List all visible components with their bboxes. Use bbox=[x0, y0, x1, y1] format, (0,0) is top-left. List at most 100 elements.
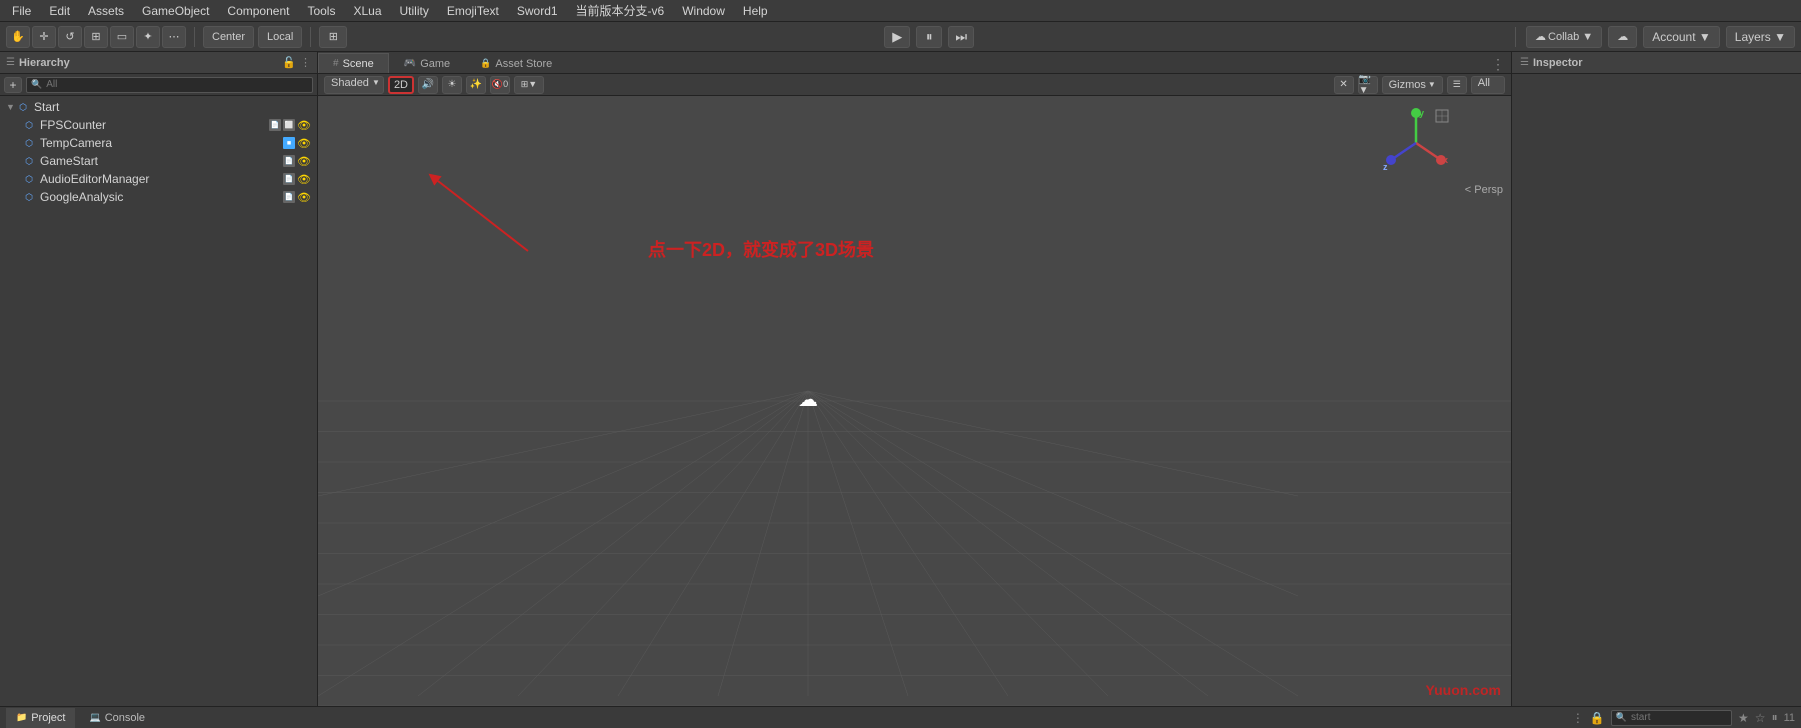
svg-text:☁: ☁ bbox=[798, 389, 818, 411]
menu-emojitext[interactable]: EmojiText bbox=[439, 2, 507, 20]
menu-window[interactable]: Window bbox=[674, 2, 733, 20]
menu-sword1[interactable]: Sword1 bbox=[509, 2, 566, 20]
transform-tools: ✋ ✛ ↺ ⊞ ▭ ✦ ⋯ bbox=[6, 26, 186, 48]
bottom-search-icon: 🔍 bbox=[1616, 712, 1627, 723]
menu-branch[interactable]: 当前版本分支-v6 bbox=[568, 0, 673, 21]
bottom-count: 11 bbox=[1784, 712, 1795, 724]
scene-view[interactable]: ☁ 点一下2D，就变成了3D场景 bbox=[318, 96, 1511, 706]
search-icon: 🔍 bbox=[31, 79, 42, 90]
menu-file[interactable]: File bbox=[4, 2, 39, 20]
visibility-google[interactable]: 👁 bbox=[297, 191, 311, 204]
layers-button[interactable]: Layers ▼ bbox=[1726, 26, 1795, 48]
pause-button[interactable]: ⏸ bbox=[916, 26, 942, 48]
button-2d[interactable]: 2D bbox=[388, 76, 414, 94]
shaded-dropdown[interactable]: Shaded ▼ bbox=[324, 76, 384, 94]
menu-xlua[interactable]: XLua bbox=[345, 2, 389, 20]
inspector-panel: ☰ Inspector bbox=[1511, 52, 1801, 706]
menu-component[interactable]: Component bbox=[219, 2, 297, 20]
visibility-audio[interactable]: 👁 bbox=[297, 173, 311, 186]
extra-tool[interactable]: ⋯ bbox=[162, 26, 186, 48]
item-right-google: 📄 👁 bbox=[283, 191, 311, 204]
tab-console[interactable]: 💻 Console bbox=[79, 708, 155, 728]
account-button[interactable]: Account ▼ bbox=[1643, 26, 1720, 48]
menu-gameobject[interactable]: GameObject bbox=[134, 2, 217, 20]
local-button[interactable]: Local bbox=[258, 26, 302, 48]
search-scene-tool[interactable]: ✕ bbox=[1334, 76, 1354, 94]
layers-filter-icon[interactable]: ☰ bbox=[1447, 76, 1467, 94]
tabs-more-icon[interactable]: ⋮ bbox=[1491, 56, 1505, 73]
script-icon-audio: 📄 bbox=[283, 173, 295, 185]
menu-assets[interactable]: Assets bbox=[80, 2, 132, 20]
local-label: Local bbox=[267, 31, 293, 43]
bottom-search-input[interactable] bbox=[1627, 710, 1727, 726]
tab-game[interactable]: 🎮 Game bbox=[389, 53, 465, 73]
collab-button[interactable]: ☁ Collab ▼ bbox=[1526, 26, 1602, 48]
visibility-fps[interactable]: 👁 bbox=[297, 119, 311, 132]
bottom-star-icon[interactable]: ★ bbox=[1738, 711, 1749, 725]
hierarchy-content: ▼ ⬡ Start ⬡ FPSCounter 📄 ⬜ 👁 ⬡ TempCamer… bbox=[0, 96, 317, 706]
hand-tool[interactable]: ✋ bbox=[6, 26, 30, 48]
visibility-gs[interactable]: 👁 bbox=[297, 155, 311, 168]
menu-utility[interactable]: Utility bbox=[392, 2, 437, 20]
transform-tool[interactable]: ✦ bbox=[136, 26, 160, 48]
scene-gizmo: y x z bbox=[1381, 108, 1451, 178]
hierarchy-item-gamestart[interactable]: ⬡ GameStart 📄 👁 bbox=[0, 152, 317, 170]
play-button[interactable]: ▶ bbox=[884, 26, 910, 48]
bottom-star-empty-icon[interactable]: ☆ bbox=[1755, 711, 1766, 725]
gizmos-arrow: ▼ bbox=[1428, 80, 1436, 89]
hierarchy-item-start[interactable]: ▼ ⬡ Start bbox=[0, 98, 317, 116]
bottom-more-icon[interactable]: ⋮ bbox=[1572, 711, 1584, 725]
separator-3 bbox=[1515, 27, 1516, 47]
console-label: Console bbox=[105, 712, 145, 724]
persp-label: < Persp bbox=[1465, 184, 1503, 196]
hierarchy-header-icons: 🔓 ⋮ bbox=[282, 56, 311, 69]
audio-tool[interactable]: 🔊 bbox=[418, 76, 438, 94]
tab-asset-store[interactable]: 🔒 Asset Store bbox=[465, 53, 567, 73]
script-icon-gs: 📄 bbox=[283, 155, 295, 167]
hierarchy-item-tempcamera[interactable]: ⬡ TempCamera ■ 👁 bbox=[0, 134, 317, 152]
tab-scene[interactable]: # Scene bbox=[318, 53, 389, 73]
tab-project[interactable]: 📁 Project bbox=[6, 708, 75, 728]
rect-tool[interactable]: ▭ bbox=[110, 26, 134, 48]
inspector-title: Inspector bbox=[1533, 57, 1583, 69]
item-name-start: Start bbox=[34, 100, 311, 114]
all-dropdown[interactable]: All bbox=[1471, 76, 1505, 94]
bottom-pause-icon[interactable]: ⏸ bbox=[1772, 710, 1778, 725]
inspector-menu-icon: ☰ bbox=[1520, 57, 1529, 68]
hierarchy-item-fpscounter[interactable]: ⬡ FPSCounter 📄 ⬜ 👁 bbox=[0, 116, 317, 134]
center-button[interactable]: Center bbox=[203, 26, 254, 48]
game-icon: 🎮 bbox=[404, 58, 416, 69]
item-name-audio: AudioEditorManager bbox=[40, 172, 283, 186]
menu-help[interactable]: Help bbox=[735, 2, 776, 20]
gizmos-button[interactable]: Gizmos ▼ bbox=[1382, 76, 1443, 94]
mute-tool[interactable]: 🔇0 bbox=[490, 76, 510, 94]
menu-tools[interactable]: Tools bbox=[299, 2, 343, 20]
hierarchy-search-input[interactable] bbox=[42, 77, 308, 93]
camera-tool[interactable]: 📷▼ bbox=[1358, 76, 1378, 94]
hierarchy-item-google[interactable]: ⬡ GoogleAnalysic 📄 👁 bbox=[0, 188, 317, 206]
move-tool[interactable]: ✛ bbox=[32, 26, 56, 48]
lock-icon: 🔒 bbox=[480, 58, 491, 69]
extra-icon-fps: ⬜ bbox=[283, 119, 295, 131]
fx-tool[interactable]: ✨ bbox=[466, 76, 486, 94]
grid-btn[interactable]: ⊞ bbox=[319, 26, 347, 48]
skybox-tool[interactable]: ☀ bbox=[442, 76, 462, 94]
svg-text:y: y bbox=[1419, 108, 1424, 118]
step-button[interactable]: ⏭ bbox=[948, 26, 974, 48]
all-label: All bbox=[1478, 77, 1490, 89]
scale-tool[interactable]: ⊞ bbox=[84, 26, 108, 48]
hierarchy-item-audio[interactable]: ⬡ AudioEditorManager 📄 👁 bbox=[0, 170, 317, 188]
script-icon-google: 📄 bbox=[283, 191, 295, 203]
bottom-lock-icon[interactable]: 🔒 bbox=[1590, 711, 1605, 725]
center-label: Center bbox=[212, 31, 245, 43]
cloud-button[interactable]: ☁ bbox=[1608, 26, 1637, 48]
visibility-cam[interactable]: 👁 bbox=[297, 137, 311, 150]
grid-tool[interactable]: ⊞▼ bbox=[514, 76, 544, 94]
project-label: Project bbox=[31, 712, 65, 724]
rotate-tool[interactable]: ↺ bbox=[58, 26, 82, 48]
hierarchy-add-btn[interactable]: + bbox=[4, 77, 22, 93]
hierarchy-more-icon[interactable]: ⋮ bbox=[300, 56, 311, 69]
hierarchy-lock-icon[interactable]: 🔓 bbox=[282, 56, 296, 69]
shaded-label: Shaded bbox=[331, 77, 369, 89]
menu-edit[interactable]: Edit bbox=[41, 2, 78, 20]
